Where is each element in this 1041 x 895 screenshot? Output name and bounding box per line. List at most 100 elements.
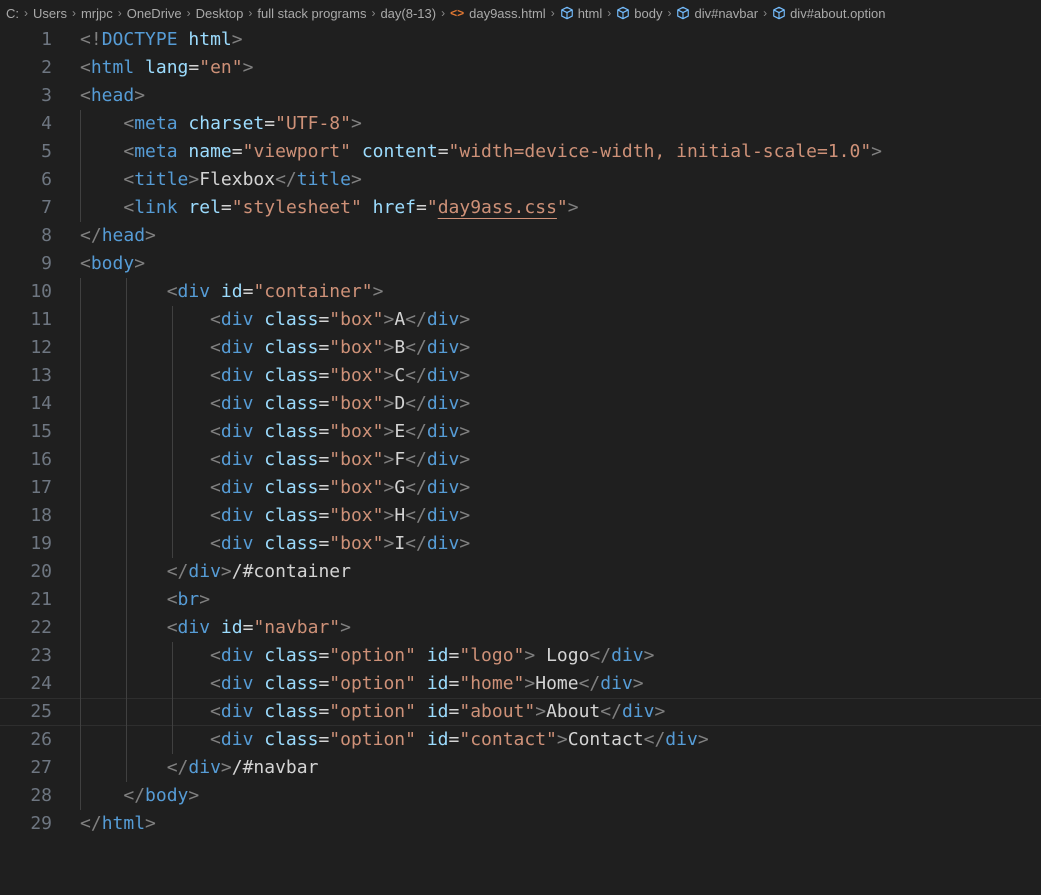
line-number[interactable]: 19: [0, 530, 52, 558]
code-line[interactable]: 5 <meta name="viewport" content="width=d…: [0, 138, 1041, 166]
code-editor[interactable]: 1 <!DOCTYPE html> 2 <html lang="en"> 3 <head>…: [0, 26, 1041, 895]
code-line[interactable]: 3 <head>: [0, 82, 1041, 110]
breadcrumb-symbol[interactable]: body: [634, 6, 662, 21]
code-content[interactable]: <div class="option" id="contact">Contact…: [80, 726, 709, 754]
line-number[interactable]: 6: [0, 166, 52, 194]
code-line[interactable]: 23 <div class="option" id="logo"> Logo</…: [0, 642, 1041, 670]
line-number[interactable]: 26: [0, 726, 52, 754]
code-line[interactable]: 12 <div class="box">B</div>: [0, 334, 1041, 362]
code-line[interactable]: 14 <div class="box">D</div>: [0, 390, 1041, 418]
breadcrumb-item[interactable]: Users: [33, 6, 67, 21]
code-line[interactable]: 9 <body>: [0, 250, 1041, 278]
line-number[interactable]: 13: [0, 362, 52, 390]
breadcrumb-item[interactable]: day(8-13): [380, 6, 436, 21]
code-line[interactable]: 7 <link rel="stylesheet" href="day9ass.c…: [0, 194, 1041, 222]
code-content[interactable]: <head>: [80, 82, 145, 110]
code-line[interactable]: 15 <div class="box">E</div>: [0, 418, 1041, 446]
code-content[interactable]: </div>/#container: [80, 558, 351, 586]
code-content[interactable]: <div class="box">G</div>: [80, 474, 470, 502]
line-number[interactable]: 29: [0, 810, 52, 838]
code-content[interactable]: <meta charset="UTF-8">: [80, 110, 361, 138]
code-content[interactable]: <div class="box">I</div>: [80, 530, 470, 558]
code-content[interactable]: </body>: [80, 782, 199, 810]
code-content[interactable]: <div class="option" id="about">About</di…: [80, 698, 665, 726]
line-number[interactable]: 17: [0, 474, 52, 502]
code-line[interactable]: 27 </div>/#navbar: [0, 754, 1041, 782]
code-content[interactable]: <div class="box">D</div>: [80, 390, 470, 418]
line-number[interactable]: 1: [0, 26, 52, 54]
code-line[interactable]: 24 <div class="option" id="home">Home</d…: [0, 670, 1041, 698]
code-content[interactable]: <div class="option" id="home">Home</div>: [80, 670, 644, 698]
code-content[interactable]: </head>: [80, 222, 156, 250]
code-line[interactable]: 10 <div id="container">: [0, 278, 1041, 306]
breadcrumb-item[interactable]: mrjpc: [81, 6, 113, 21]
code-line[interactable]: 17 <div class="box">G</div>: [0, 474, 1041, 502]
code-line[interactable]: 11 <div class="box">A</div>: [0, 306, 1041, 334]
breadcrumb-item[interactable]: full stack programs: [257, 6, 366, 21]
code-content[interactable]: <!DOCTYPE html>: [80, 26, 243, 54]
code-line[interactable]: 26 <div class="option" id="contact">Cont…: [0, 726, 1041, 754]
line-number[interactable]: 21: [0, 586, 52, 614]
code-content[interactable]: <link rel="stylesheet" href="day9ass.css…: [80, 194, 578, 222]
breadcrumb-item[interactable]: Desktop: [196, 6, 244, 21]
line-number[interactable]: 10: [0, 278, 52, 306]
code-content[interactable]: <div class="box">B</div>: [80, 334, 470, 362]
code-content[interactable]: <html lang="en">: [80, 54, 253, 82]
line-number[interactable]: 16: [0, 446, 52, 474]
line-number[interactable]: 24: [0, 670, 52, 698]
breadcrumb-item[interactable]: OneDrive: [127, 6, 182, 21]
breadcrumb-symbol[interactable]: div#navbar: [694, 6, 758, 21]
code-content[interactable]: <div class="option" id="logo"> Logo</div…: [80, 642, 654, 670]
code-line[interactable]: 18 <div class="box">H</div>: [0, 502, 1041, 530]
breadcrumb-file[interactable]: day9ass.html: [469, 6, 546, 21]
line-number[interactable]: 18: [0, 502, 52, 530]
code-line[interactable]: 1 <!DOCTYPE html>: [0, 26, 1041, 54]
line-number[interactable]: 14: [0, 390, 52, 418]
code-line[interactable]: 28 </body>: [0, 782, 1041, 810]
line-number[interactable]: 4: [0, 110, 52, 138]
code-line[interactable]: 29 </html>: [0, 810, 1041, 838]
line-number[interactable]: 20: [0, 558, 52, 586]
code-content[interactable]: <title>Flexbox</title>: [80, 166, 361, 194]
code-line[interactable]: 13 <div class="box">C</div>: [0, 362, 1041, 390]
breadcrumb-symbol[interactable]: html: [578, 6, 603, 21]
code-content[interactable]: <div class="box">A</div>: [80, 306, 470, 334]
code-content[interactable]: <body>: [80, 250, 145, 278]
code-line[interactable]: 4 <meta charset="UTF-8">: [0, 110, 1041, 138]
line-number[interactable]: 5: [0, 138, 52, 166]
code-line[interactable]: 19 <div class="box">I</div>: [0, 530, 1041, 558]
code-content[interactable]: <br>: [80, 586, 210, 614]
code-line[interactable]: 2 <html lang="en">: [0, 54, 1041, 82]
code-line[interactable]: 16 <div class="box">F</div>: [0, 446, 1041, 474]
code-line[interactable]: 8 </head>: [0, 222, 1041, 250]
code-link[interactable]: day9ass.css: [438, 197, 557, 218]
line-number[interactable]: 23: [0, 642, 52, 670]
line-number[interactable]: 8: [0, 222, 52, 250]
line-number[interactable]: 7: [0, 194, 52, 222]
code-content[interactable]: <div id="navbar">: [80, 614, 351, 642]
code-content[interactable]: </div>/#navbar: [80, 754, 319, 782]
code-line[interactable]: 6 <title>Flexbox</title>: [0, 166, 1041, 194]
line-number[interactable]: 27: [0, 754, 52, 782]
code-content[interactable]: <div class="box">C</div>: [80, 362, 470, 390]
line-number[interactable]: 12: [0, 334, 52, 362]
code-line[interactable]: 25 <div class="option" id="about">About<…: [0, 698, 1041, 726]
line-number[interactable]: 25: [0, 698, 52, 726]
breadcrumb-symbol[interactable]: div#about.option: [790, 6, 885, 21]
code-line[interactable]: 21 <br>: [0, 586, 1041, 614]
line-number[interactable]: 2: [0, 54, 52, 82]
code-content[interactable]: <div class="box">H</div>: [80, 502, 470, 530]
line-number[interactable]: 3: [0, 82, 52, 110]
code-content[interactable]: <meta name="viewport" content="width=dev…: [80, 138, 882, 166]
code-content[interactable]: <div class="box">F</div>: [80, 446, 470, 474]
line-number[interactable]: 9: [0, 250, 52, 278]
line-number[interactable]: 22: [0, 614, 52, 642]
line-number[interactable]: 28: [0, 782, 52, 810]
code-content[interactable]: </html>: [80, 810, 156, 838]
code-line[interactable]: 20 </div>/#container: [0, 558, 1041, 586]
line-number[interactable]: 15: [0, 418, 52, 446]
line-number[interactable]: 11: [0, 306, 52, 334]
code-content[interactable]: <div class="box">E</div>: [80, 418, 470, 446]
code-line[interactable]: 22 <div id="navbar">: [0, 614, 1041, 642]
breadcrumb-item[interactable]: C:: [6, 6, 19, 21]
